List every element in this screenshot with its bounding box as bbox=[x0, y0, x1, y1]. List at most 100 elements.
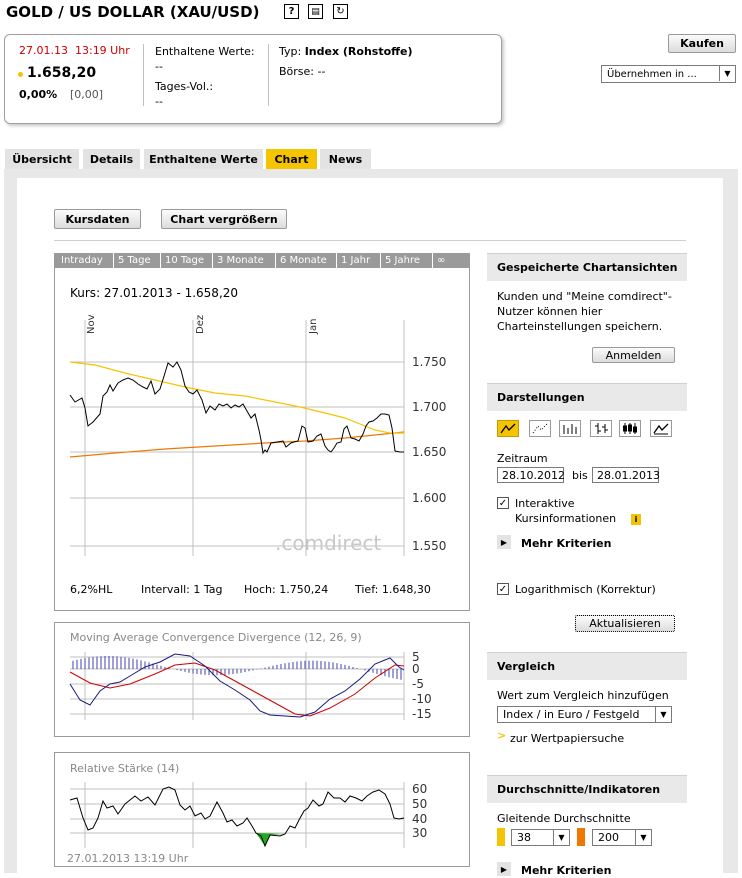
arrow-right-icon: > bbox=[497, 729, 507, 742]
saved-views-text: Kunden und "Meine comdirect"-Nutzer könn… bbox=[497, 290, 672, 333]
help-icon[interactable]: ? bbox=[284, 4, 299, 19]
bis-label: bis bbox=[572, 469, 588, 482]
watermark: .comdirect bbox=[275, 531, 381, 555]
moving-average-38-line bbox=[69, 361, 404, 434]
grid bbox=[70, 782, 405, 848]
take-over-select[interactable]: Übernehmen in ... ▼ bbox=[601, 65, 736, 83]
y-tick-label: 1.650 bbox=[412, 445, 446, 459]
expand-arrow-icon[interactable]: ▶ bbox=[497, 862, 511, 876]
ohlc-chart-icon[interactable] bbox=[590, 420, 612, 437]
rsi-y-tick: 50 bbox=[412, 797, 427, 811]
y-tick-label: 1.550 bbox=[412, 539, 446, 553]
rsi-y-tick: 60 bbox=[412, 782, 427, 796]
line-chart-icon[interactable] bbox=[497, 420, 519, 437]
type-info: Typ: Index (Rohstoffe) bbox=[279, 45, 413, 58]
ma1-select[interactable]: 38 ▼ bbox=[511, 829, 570, 846]
tab-contained[interactable]: Enthaltene Werte bbox=[144, 149, 264, 169]
y-tick-label: 1.600 bbox=[412, 491, 446, 505]
expand-arrow-icon[interactable]: ▶ bbox=[497, 535, 511, 549]
contained-value: -- bbox=[155, 60, 163, 73]
stat-high: Hoch: 1.750,24 bbox=[244, 583, 329, 596]
stat-hl: 6,2%HL bbox=[70, 583, 113, 596]
interactive-checkbox[interactable]: ✓ bbox=[497, 497, 509, 509]
rsi-y-tick: 40 bbox=[412, 812, 427, 826]
macd-chart: 5 0 -5 -10 -15 bbox=[69, 650, 432, 721]
tab-details[interactable]: Details bbox=[83, 149, 141, 169]
rsi-y-tick: 30 bbox=[412, 826, 427, 840]
indicators-header: Durchschnitte/Indikatoren bbox=[487, 775, 687, 803]
saved-views-header: Gespeicherte Chartansichten bbox=[487, 253, 687, 281]
macd-histogram bbox=[72, 656, 402, 680]
main-chart: Nov Dez Jan 1.750 1.700 1.650 1.600 1.55… bbox=[69, 314, 446, 556]
login-button[interactable]: Anmelden bbox=[592, 347, 675, 363]
macd-title: Moving Average Convergence Divergence (1… bbox=[70, 631, 362, 644]
compare-label: Wert zum Vergleich hinzufügen bbox=[497, 689, 669, 702]
stat-interval: Intervall: 1 Tag bbox=[141, 583, 223, 596]
date-to-input[interactable]: 28.01.2013 bbox=[592, 467, 660, 483]
quote-change-pct: 0,00% bbox=[19, 88, 58, 101]
rsi-chart: 60 50 40 30 bbox=[69, 782, 427, 848]
info-icon[interactable]: i bbox=[631, 514, 641, 525]
chevron-down-icon: ▼ bbox=[719, 66, 735, 81]
enlarge-chart-button[interactable]: Chart vergrößern bbox=[161, 209, 287, 229]
macd-y-tick: -10 bbox=[412, 692, 432, 706]
divider bbox=[268, 44, 269, 106]
quote-price: 1.658,20 bbox=[27, 65, 97, 81]
timeframe-max[interactable]: ∞ bbox=[432, 253, 449, 268]
take-over-label: Übernehmen in ... bbox=[607, 68, 697, 80]
point-chart-icon[interactable] bbox=[529, 420, 551, 437]
compare-select-value: Index / in Euro / Festgeld bbox=[503, 708, 640, 721]
month-label-dez: Dez bbox=[195, 315, 206, 334]
update-button[interactable]: Aktualisieren bbox=[575, 615, 675, 632]
timeframe-1-jahr[interactable]: 1 Jahr bbox=[336, 253, 374, 268]
divider bbox=[143, 44, 144, 106]
month-label-jan: Jan bbox=[308, 319, 319, 335]
period-label: Zeitraum bbox=[497, 452, 548, 465]
volume-label: Tages-Vol.: bbox=[155, 80, 214, 93]
tab-overview[interactable]: Übersicht bbox=[5, 149, 80, 169]
timeframe-3-monate[interactable]: 3 Monate bbox=[212, 253, 268, 268]
ma-label: Gleitende Durchschnitte bbox=[497, 812, 631, 825]
exchange-info: Börse: -- bbox=[279, 65, 326, 78]
views-header: Darstellungen bbox=[487, 383, 687, 411]
y-tick-label: 1.700 bbox=[412, 400, 446, 414]
print-icon[interactable]: ▤ bbox=[308, 4, 323, 19]
divider bbox=[54, 240, 686, 241]
timeframe-5-jahre[interactable]: 5 Jahre bbox=[380, 253, 424, 268]
more-criteria-link[interactable]: Mehr Kriterien bbox=[521, 536, 611, 551]
page-title: GOLD / US DOLLAR (XAU/USD) bbox=[6, 3, 260, 21]
contained-label: Enthaltene Werte: bbox=[155, 45, 255, 58]
buy-button[interactable]: Kaufen bbox=[668, 34, 736, 53]
timeframe-5-tage[interactable]: 5 Tage bbox=[113, 253, 155, 268]
chevron-down-icon: ▼ bbox=[655, 707, 671, 722]
rsi-title: Relative Stärke (14) bbox=[70, 762, 180, 775]
ma1-value: 38 bbox=[517, 831, 531, 844]
log-checkbox[interactable]: ✓ bbox=[497, 583, 509, 595]
log-label: Logarithmisch (Korrektur) bbox=[515, 583, 656, 596]
date-from-input[interactable]: 28.10.2012 bbox=[497, 467, 565, 483]
chevron-down-icon: ▼ bbox=[553, 830, 569, 845]
month-label-nov: Nov bbox=[86, 314, 97, 334]
tab-news[interactable]: News bbox=[320, 149, 372, 169]
compare-select[interactable]: Index / in Euro / Festgeld ▼ bbox=[497, 706, 672, 723]
more-criteria-link-2[interactable]: Mehr Kriterien bbox=[521, 863, 611, 878]
kursdaten-button[interactable]: Kursdaten bbox=[54, 209, 141, 229]
interactive-label: Interaktive Kursinformationen bbox=[515, 497, 617, 525]
rsi-line bbox=[69, 786, 405, 848]
ma2-select[interactable]: 200 ▼ bbox=[592, 829, 652, 846]
security-search-link[interactable]: zur Wertpapiersuche bbox=[510, 731, 624, 746]
mountain-chart-icon[interactable] bbox=[650, 420, 672, 437]
macd-y-tick: -15 bbox=[412, 707, 432, 721]
compare-header: Vergleich bbox=[487, 652, 687, 680]
timeframe-10-tage[interactable]: 10 Tage bbox=[160, 253, 208, 268]
grid bbox=[70, 320, 405, 556]
chevron-down-icon: ▼ bbox=[635, 830, 651, 845]
ma1-color-swatch bbox=[497, 828, 505, 846]
bar-chart-icon[interactable] bbox=[559, 420, 581, 437]
tab-chart[interactable]: Chart bbox=[266, 149, 318, 169]
timeframe-intraday[interactable]: Intraday bbox=[57, 253, 107, 268]
refresh-icon[interactable]: ↻ bbox=[333, 4, 348, 19]
candlestick-chart-icon[interactable] bbox=[619, 420, 641, 437]
volume-value: -- bbox=[155, 95, 163, 108]
timeframe-6-monate[interactable]: 6 Monate bbox=[275, 253, 331, 268]
